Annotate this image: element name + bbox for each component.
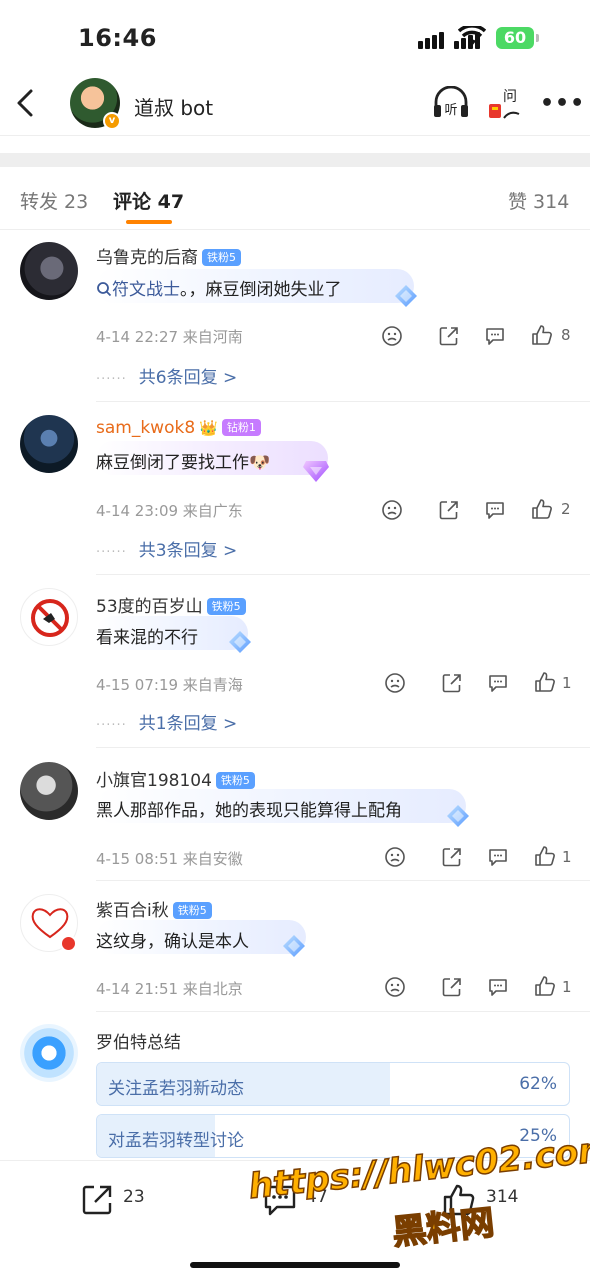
comment-divider xyxy=(96,880,590,881)
like-thumb-icon[interactable] xyxy=(534,671,556,693)
crown-icon: 👑 xyxy=(199,419,218,437)
commenter-avatar[interactable] xyxy=(20,762,78,820)
comment-divider xyxy=(96,574,590,575)
fan-level-badge: 铁粉5 xyxy=(172,902,212,919)
section-divider xyxy=(0,153,590,167)
reply-comment-icon[interactable] xyxy=(484,499,506,521)
home-indicator[interactable] xyxy=(190,1262,400,1268)
diamond-gem-icon xyxy=(447,805,469,827)
verified-badge-icon: v xyxy=(103,112,121,130)
fan-level-badge: 钻粉1 xyxy=(221,419,261,436)
poll-option-label: 对孟若羽转型讨论 xyxy=(108,1131,244,1151)
like-count: 2 xyxy=(561,500,571,518)
svg-text:问: 问 xyxy=(503,89,517,105)
comment-text: 这纹身，确认是本人 xyxy=(96,932,249,952)
commenter-avatar[interactable] xyxy=(20,242,78,300)
comment-text: 符文战士。，麻豆倒闭她失业了 xyxy=(96,275,342,300)
reply-comment-icon[interactable] xyxy=(487,672,509,694)
commenter-name[interactable]: 小旗官198104 铁粉5 xyxy=(96,766,255,791)
like-thumb-icon[interactable] xyxy=(534,845,556,867)
like-count: 8 xyxy=(561,326,571,344)
reply-comment-icon[interactable] xyxy=(484,325,506,347)
commenter-name[interactable]: 53度的百岁山 铁粉5 xyxy=(96,592,246,617)
no-entry-sign-icon xyxy=(31,599,69,637)
view-replies-link[interactable]: ······ 共1条回复 > xyxy=(96,709,237,734)
comment-divider xyxy=(96,747,590,748)
wifi-icon xyxy=(458,26,486,46)
share-icon[interactable] xyxy=(441,976,463,998)
view-replies-link[interactable]: ······ 共3条回复 > xyxy=(96,536,237,561)
comment-timestamp-location: 4-14 23:09 来自广东 xyxy=(96,502,243,520)
comment-divider xyxy=(96,401,590,402)
ask-icon[interactable]: 问 xyxy=(486,84,522,122)
fan-level-badge: 铁粉5 xyxy=(215,772,255,789)
robot-avatar[interactable] xyxy=(20,1024,78,1082)
dislike-face-icon[interactable] xyxy=(381,499,403,521)
commenter-avatar[interactable] xyxy=(20,415,78,473)
commenter-name[interactable]: sam_kwok8 👑 钻粉1 xyxy=(96,418,261,438)
robot-summary-title: 罗伯特总结 xyxy=(96,1033,181,1053)
diamond-gem-icon xyxy=(283,935,305,957)
like-thumb-icon[interactable] xyxy=(531,324,553,346)
like-count: 1 xyxy=(562,978,572,996)
repost-count: 23 xyxy=(123,1187,145,1207)
purple-diamond-icon xyxy=(303,461,329,482)
comment-text: 看来混的不行 xyxy=(96,628,198,648)
comment-text: 黑人那部作品，她的表现只能算得上配角 xyxy=(96,801,402,821)
poll-option-label: 关注孟若羽新动态 xyxy=(108,1079,244,1099)
status-time: 16:46 xyxy=(78,24,157,52)
like-count: 1 xyxy=(562,848,572,866)
dislike-face-icon[interactable] xyxy=(384,976,406,998)
view-replies-link[interactable]: ······ 共6条回复 > xyxy=(96,363,237,388)
share-icon[interactable] xyxy=(441,672,463,694)
like-count: 1 xyxy=(562,674,572,692)
post-tabs: 转发 23 评论 47 赞 314 xyxy=(0,168,590,230)
commenter-name[interactable]: 紫百合i秋 铁粉5 xyxy=(96,896,212,921)
svg-text:听: 听 xyxy=(444,103,457,118)
fan-level-badge: 铁粉5 xyxy=(202,249,241,266)
repost-icon[interactable] xyxy=(80,1183,114,1217)
like-thumb-icon[interactable] xyxy=(534,975,556,997)
fan-level-badge: 铁粉5 xyxy=(206,598,246,615)
share-icon[interactable] xyxy=(438,325,460,347)
tab-reposts[interactable]: 转发 23 xyxy=(20,187,88,214)
comment-timestamp-location: 4-14 22:27 来自河南 xyxy=(96,328,243,346)
poll-option-percent: 62% xyxy=(519,1074,557,1094)
comment-timestamp-location: 4-15 07:19 来自青海 xyxy=(96,676,243,694)
diamond-gem-icon xyxy=(229,631,251,653)
comment-text: 麻豆倒闭了要找工作🐶 xyxy=(96,453,271,473)
reply-comment-icon[interactable] xyxy=(487,846,509,868)
status-bar: 16:46 60 xyxy=(0,0,590,80)
comment-timestamp-location: 4-15 08:51 来自安徽 xyxy=(96,850,243,868)
share-icon[interactable] xyxy=(441,846,463,868)
tab-likes[interactable]: 赞 314 xyxy=(508,187,569,214)
dislike-face-icon[interactable] xyxy=(381,325,403,347)
poll-option[interactable]: 关注孟若羽新动态 62% xyxy=(96,1062,570,1106)
post-header: v 道叔 bot 听 问 ••• xyxy=(0,70,590,136)
red-badge-icon xyxy=(60,935,77,952)
share-icon[interactable] xyxy=(438,499,460,521)
search-icon xyxy=(97,282,112,297)
commenter-name[interactable]: 乌鲁克的后裔 铁粉5 xyxy=(96,243,241,268)
reply-comment-icon[interactable] xyxy=(487,976,509,998)
listen-headphones-icon[interactable]: 听 xyxy=(432,86,470,120)
dog-emoji-icon: 🐶 xyxy=(249,453,271,473)
diamond-gem-icon xyxy=(395,285,417,307)
battery-tip xyxy=(536,34,539,42)
commenter-avatar[interactable] xyxy=(20,588,78,646)
account-name[interactable]: 道叔 bot xyxy=(134,92,213,121)
active-tab-indicator xyxy=(126,220,172,224)
topic-link[interactable]: 符文战士 xyxy=(96,280,180,300)
dislike-face-icon[interactable] xyxy=(384,846,406,868)
comment-divider xyxy=(96,1011,590,1012)
like-thumb-icon[interactable] xyxy=(531,498,553,520)
back-arrow-icon[interactable] xyxy=(14,88,38,118)
comment-timestamp-location: 4-14 21:51 来自北京 xyxy=(96,980,243,998)
dislike-face-icon[interactable] xyxy=(384,672,406,694)
tab-comments[interactable]: 评论 47 xyxy=(113,187,184,214)
battery-indicator: 60 xyxy=(496,27,534,49)
more-options-icon[interactable]: ••• xyxy=(540,93,585,115)
